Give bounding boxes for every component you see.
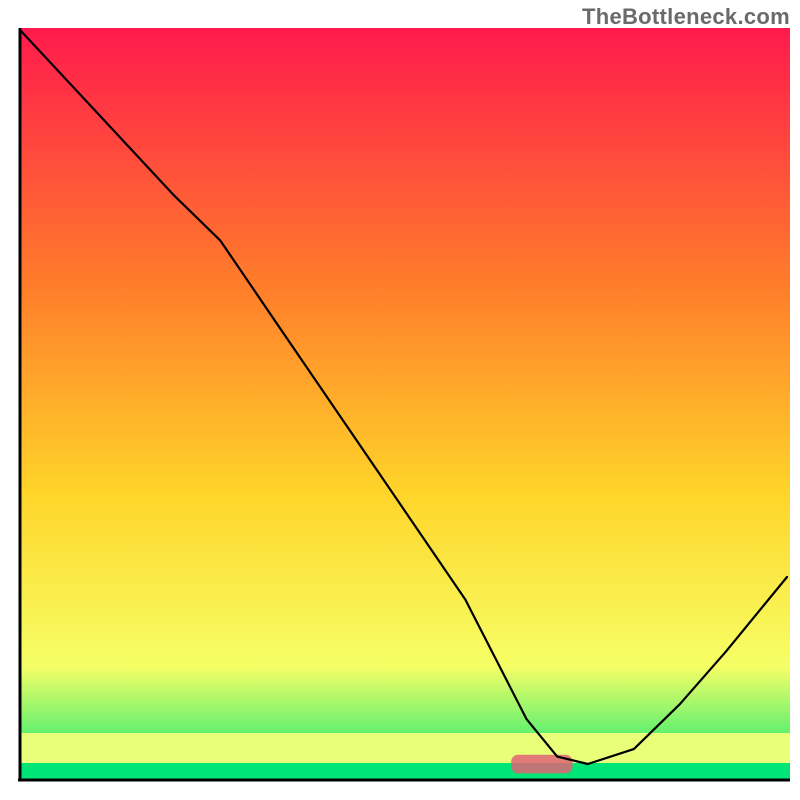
band-green — [21, 763, 790, 779]
chart-svg — [18, 28, 790, 782]
plot-area — [18, 28, 790, 782]
gradient-background — [21, 28, 790, 779]
band-yellowgreen — [21, 733, 790, 763]
watermark-text: TheBottleneck.com — [582, 4, 790, 30]
